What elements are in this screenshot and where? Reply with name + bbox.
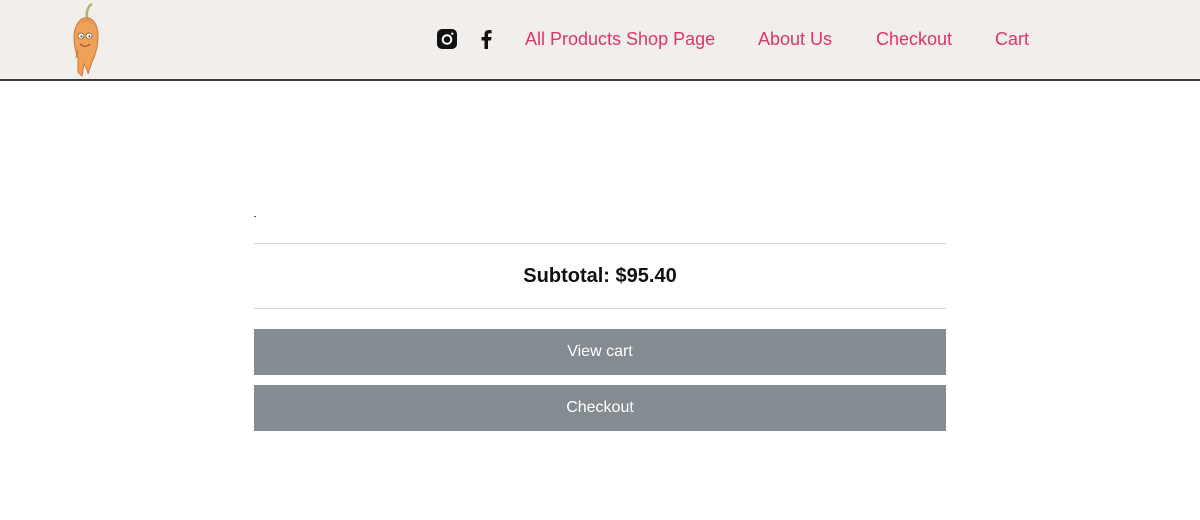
checkout-button[interactable]: Checkout <box>254 385 946 431</box>
empty-list-marker <box>254 216 256 217</box>
divider <box>254 243 946 244</box>
instagram-icon[interactable] <box>436 28 458 50</box>
subtotal-row: Subtotal: $95.40 <box>254 263 946 289</box>
nav-link-all-products[interactable]: All Products Shop Page <box>525 27 715 51</box>
divider <box>254 308 946 309</box>
nav-link-checkout[interactable]: Checkout <box>876 27 952 51</box>
subtotal-amount: $95.40 <box>615 265 677 287</box>
site-header: All Products Shop Page About Us Checkout… <box>0 0 1200 81</box>
chili-pepper-mascot-icon[interactable] <box>66 2 106 78</box>
nav-link-about-us[interactable]: About Us <box>758 27 832 51</box>
subtotal-label: Subtotal: <box>523 265 610 287</box>
view-cart-button[interactable]: View cart <box>254 329 946 375</box>
nav-link-cart[interactable]: Cart <box>995 27 1029 51</box>
facebook-icon[interactable] <box>475 28 497 50</box>
